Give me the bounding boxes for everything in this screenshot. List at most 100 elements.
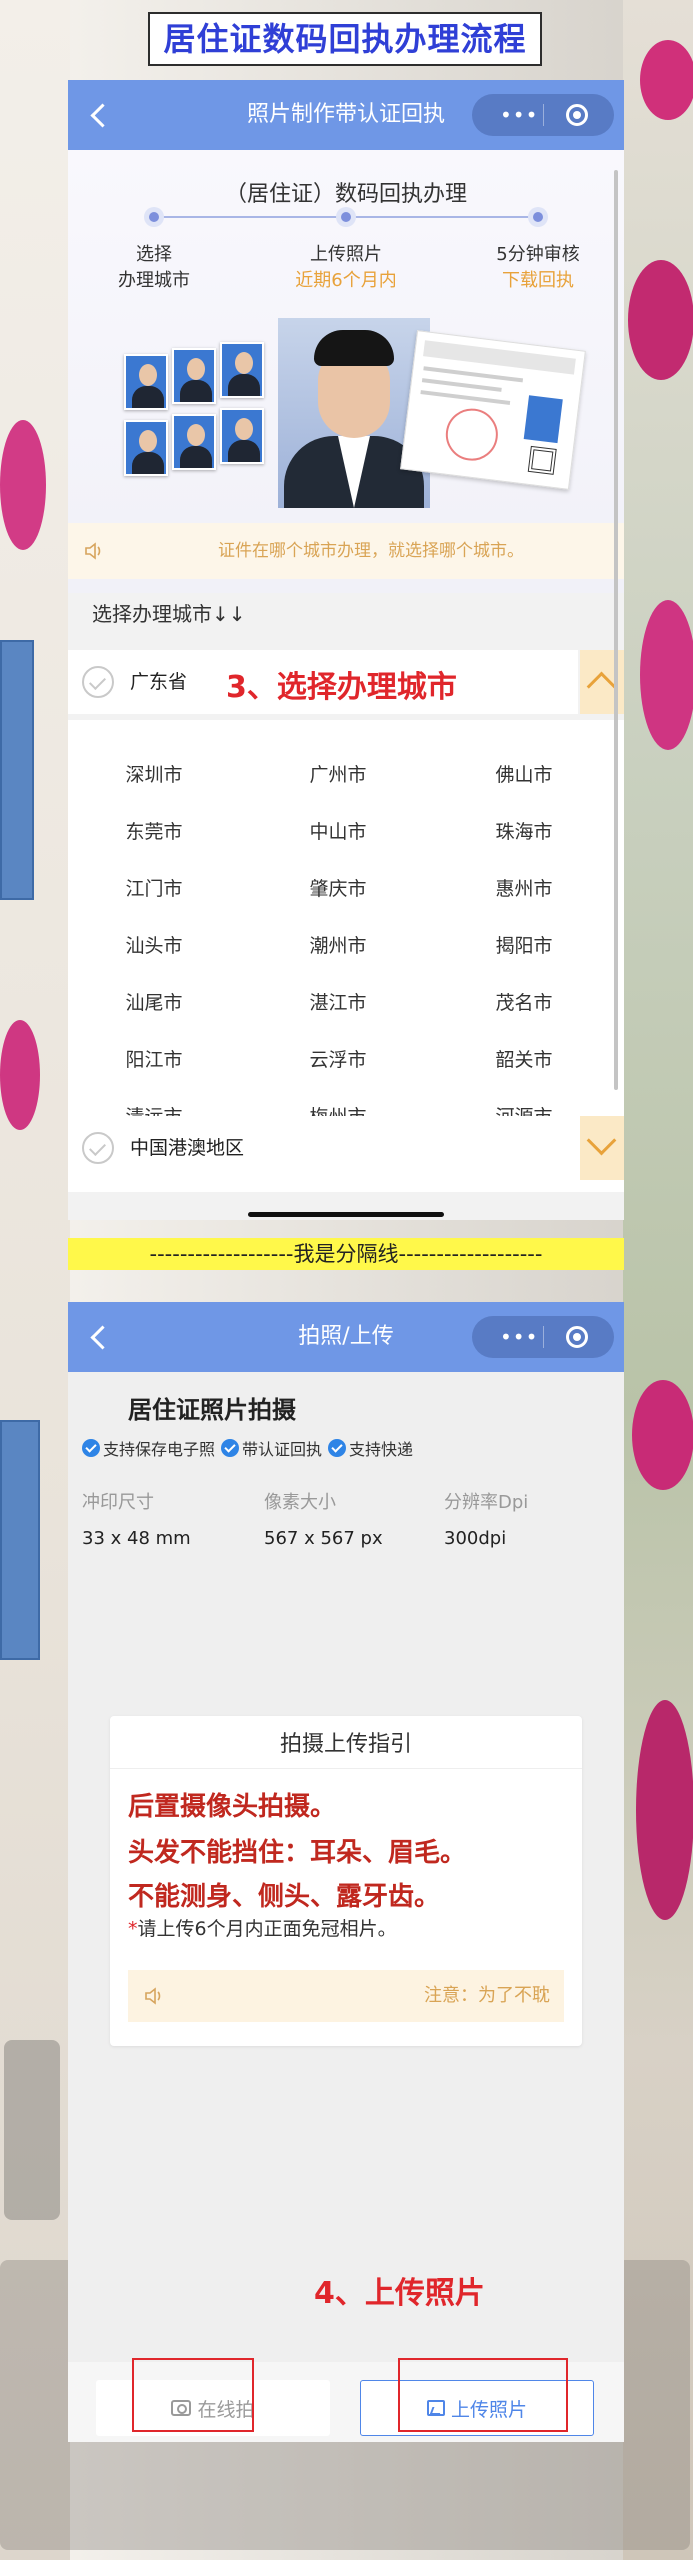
step-2-title: 上传照片 [310, 244, 382, 265]
city-option[interactable]: 云浮市 [268, 1045, 408, 1072]
photo-spec-title: 居住证照片拍摄 [128, 1396, 296, 1424]
city-option[interactable]: 肇庆市 [268, 874, 408, 901]
step-2-subtitle: 近期6个月内 [295, 270, 397, 291]
flower-cluster [636, 1700, 693, 1920]
check-icon [328, 1439, 347, 1457]
portrait-hair [314, 330, 394, 366]
step-dot-2 [336, 207, 356, 227]
badge-label: 支持保存电子照 [103, 1440, 216, 1459]
city-option[interactable]: 揭阳市 [454, 931, 594, 958]
receipt-line [420, 390, 511, 406]
flower-cluster [0, 1020, 40, 1130]
guide-note: *请上传6个月内正面免冠相片。 [128, 1914, 397, 1941]
page-title: 居住证数码回执办理流程 [148, 12, 542, 66]
city-option[interactable]: 江门市 [84, 874, 224, 901]
speaker-icon [145, 1987, 161, 2005]
flower-cluster [0, 420, 46, 550]
close-target-icon[interactable] [566, 1326, 588, 1348]
spec-label-print-size: 冲印尺寸 [82, 1492, 154, 1513]
province-hk-macao-row[interactable]: 中国港澳地区 [68, 1116, 578, 1180]
feature-badges: 支持保存电子照 带认证回执 支持快递 [82, 1436, 413, 1460]
background-flowers [623, 0, 693, 2560]
id-photo-samples [124, 342, 274, 506]
phone-screen-city-selection: 照片制作带认证回执 ••• （居住证）数码回执办理 选择 办理城市 上传照片 近… [68, 80, 624, 1220]
spec-value-pixel-size: 567 x 567 px [264, 1528, 383, 1549]
city-option[interactable]: 东莞市 [84, 817, 224, 844]
guide-notice-text: 注意：为了不耽 [424, 1985, 550, 2006]
qr-code-icon [527, 445, 557, 475]
receipt-photo [523, 395, 563, 444]
check-circle-icon [82, 1132, 114, 1164]
step-1-title: 选择 [136, 244, 172, 265]
guide-rule-1: 后置摄像头拍摄。 [128, 1792, 337, 1822]
notice-text: 证件在哪个城市办理，就选择哪个城市。 [218, 541, 524, 561]
check-icon [82, 1439, 100, 1457]
phone-screen-photo-upload: 拍照/上传 ••• 居住证照片拍摄 支持保存电子照 带认证回执 支持快递 冲印尺… [68, 1302, 624, 2442]
city-option[interactable]: 汕头市 [84, 931, 224, 958]
city-option[interactable]: 珠海市 [454, 817, 594, 844]
city-option[interactable]: 潮州市 [268, 931, 408, 958]
step-3-callout: 3、选择办理城市 [226, 670, 457, 705]
shooting-guide-card: 拍摄上传指引 后置摄像头拍摄。 头发不能挡住：耳朵、眉毛。 不能测身、侧头、露牙… [110, 1716, 582, 2046]
steps-title: （居住证）数码回执办理 [224, 182, 467, 207]
home-indicator [248, 1212, 444, 1217]
mini-program-capsule: ••• [472, 1316, 614, 1358]
badge-label: 带认证回执 [242, 1440, 323, 1459]
id-photo-thumb [124, 420, 168, 476]
scrollbar[interactable] [614, 170, 618, 1090]
city-option[interactable]: 韶关市 [454, 1045, 594, 1072]
city-option[interactable]: 广州市 [268, 760, 408, 787]
province-name: 中国港澳地区 [130, 1137, 245, 1159]
city-option[interactable]: 茂名市 [454, 988, 594, 1015]
city-option[interactable]: 深圳市 [84, 760, 224, 787]
nav-bar: 拍照/上传 ••• [68, 1302, 624, 1372]
receipt-line [421, 378, 502, 392]
check-circle-icon [82, 666, 114, 698]
receipt-stamp [442, 405, 501, 464]
province-name: 广东省 [130, 671, 188, 693]
id-photo-thumb [220, 408, 264, 464]
spec-label-dpi: 分辨率Dpi [444, 1492, 529, 1513]
nav-bar: 照片制作带认证回执 ••• [68, 80, 624, 150]
city-option[interactable]: 阳江市 [84, 1045, 224, 1072]
more-icon[interactable]: ••• [500, 105, 538, 125]
step-4-callout: 4、上传照片 [314, 2276, 485, 2311]
stone-pavement [4, 2040, 60, 2220]
feature-badge: 支持快递 [328, 1436, 413, 1460]
digital-receipt-sample [400, 330, 586, 490]
badge-label: 支持快递 [349, 1440, 414, 1459]
city-option[interactable]: 佛山市 [454, 760, 594, 787]
guide-notice-bar: 注意：为了不耽 [128, 1970, 564, 2022]
spec-value-dpi: 300dpi [444, 1528, 507, 1549]
step-3-title: 5分钟审核 [496, 244, 580, 265]
check-icon [221, 1439, 240, 1457]
city-option[interactable]: 惠州市 [454, 874, 594, 901]
id-photo-thumb [172, 414, 216, 470]
id-photo-thumb [124, 354, 168, 410]
step-dot-1 [144, 207, 164, 227]
required-star: * [128, 1918, 138, 1940]
capsule-divider [543, 1326, 544, 1348]
guide-divider [110, 1768, 582, 1769]
mini-program-capsule: ••• [472, 94, 614, 136]
step-1-subtitle: 办理城市 [118, 270, 190, 291]
notice-bar: 证件在哪个城市办理，就选择哪个城市。 [68, 523, 624, 579]
id-photo-thumb [172, 348, 216, 404]
capsule-divider [543, 104, 544, 126]
more-icon[interactable]: ••• [500, 1327, 538, 1347]
speaker-icon [85, 542, 101, 560]
city-option[interactable]: 湛江市 [268, 988, 408, 1015]
highlight-box-shoot [132, 2358, 254, 2432]
city-section-label: 选择办理城市↓↓ [92, 602, 246, 626]
city-option[interactable]: 中山市 [268, 817, 408, 844]
step-dot-3 [528, 207, 548, 227]
guide-rule-3: 不能测身、侧头、露牙齿。 [128, 1882, 441, 1912]
guide-note-text: 请上传6个月内正面免冠相片。 [137, 1918, 397, 1940]
chevron-down-icon[interactable] [580, 1116, 624, 1180]
flower-cluster [640, 600, 693, 750]
step-3-subtitle: 下载回执 [502, 270, 574, 291]
highlight-box-upload [398, 2358, 568, 2432]
flower-cluster [640, 40, 693, 120]
close-target-icon[interactable] [566, 104, 588, 126]
city-option[interactable]: 汕尾市 [84, 988, 224, 1015]
